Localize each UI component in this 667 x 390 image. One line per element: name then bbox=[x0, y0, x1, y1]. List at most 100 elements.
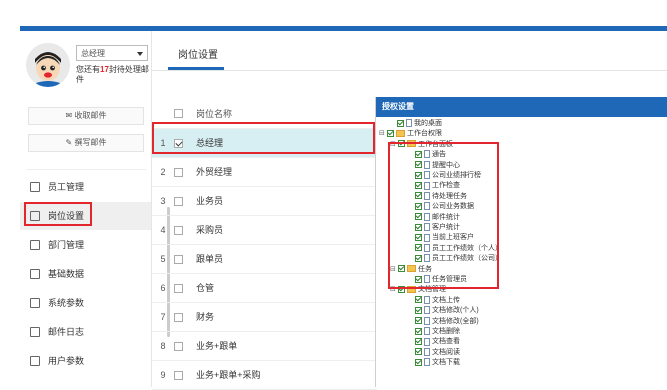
tree-checkbox[interactable] bbox=[415, 348, 422, 356]
position-name[interactable]: 采购员 bbox=[196, 215, 377, 245]
tree-node-label: 文档修改(个人) bbox=[432, 307, 479, 315]
table-row[interactable]: 8 业务+跟单 bbox=[152, 331, 377, 361]
nav-system-params[interactable]: 系统参数 bbox=[20, 289, 151, 317]
table-row[interactable]: 9 业务+跟单+采购 bbox=[152, 360, 377, 390]
document-icon bbox=[424, 306, 430, 315]
receive-mail-button[interactable]: ✉ 收取邮件 bbox=[28, 107, 144, 125]
row-number: 3 bbox=[152, 186, 174, 216]
tree-node[interactable]: ⊟ 工作台权限 bbox=[379, 129, 442, 139]
tree-node[interactable]: 文档上传 bbox=[415, 295, 460, 306]
position-name[interactable]: 业务员 bbox=[196, 186, 377, 216]
row-number: 7 bbox=[152, 302, 174, 332]
tree-checkbox[interactable] bbox=[415, 338, 422, 346]
nav-user-params[interactable]: 用户参数 bbox=[20, 347, 151, 375]
position-name[interactable]: 跟单员 bbox=[196, 244, 377, 274]
tree-node-label: 文档删除 bbox=[432, 328, 460, 335]
highlight-tree-box bbox=[388, 142, 499, 289]
active-tab-indicator bbox=[168, 67, 224, 70]
write-mail-button[interactable]: ✎ 撰写邮件 bbox=[28, 134, 144, 152]
tree-node[interactable]: 文档下载 bbox=[415, 358, 460, 368]
role-select[interactable]: 总经理 bbox=[76, 45, 148, 61]
row-checkbox[interactable] bbox=[174, 225, 183, 235]
table-row[interactable]: 6 仓管 bbox=[152, 273, 377, 303]
data-icon bbox=[30, 269, 40, 279]
chevron-down-icon bbox=[137, 52, 143, 56]
tree-checkbox[interactable] bbox=[415, 317, 422, 325]
highlight-row-box bbox=[152, 122, 375, 154]
tree-checkbox[interactable] bbox=[415, 306, 422, 314]
tree-checkbox[interactable] bbox=[415, 358, 422, 366]
nav-basic-data[interactable]: 基础数据 bbox=[20, 260, 151, 288]
tab-position-settings[interactable]: 岗位设置 bbox=[178, 46, 218, 61]
table-row[interactable]: 4 采购员 bbox=[152, 215, 377, 245]
tree-node[interactable]: 文档删除 bbox=[415, 327, 460, 337]
table-row[interactable]: 5 跟单员 bbox=[152, 244, 377, 274]
position-name[interactable]: 外贸经理 bbox=[196, 157, 377, 187]
nav-label: 部门管理 bbox=[48, 240, 85, 250]
row-number: 4 bbox=[152, 215, 174, 245]
nav-label: 基础数据 bbox=[48, 269, 85, 279]
pending-mail-notice: 您还有17封待处理邮件 bbox=[76, 65, 152, 85]
position-name[interactable]: 业务+跟单+采购 bbox=[196, 360, 377, 390]
folder-icon bbox=[396, 130, 405, 138]
document-icon bbox=[406, 119, 412, 128]
nav-employee-management[interactable]: 员工管理 bbox=[20, 173, 151, 201]
pending-prefix: 您还有 bbox=[76, 65, 100, 74]
tree-node-label: 文档修改(全部) bbox=[432, 317, 479, 325]
select-all-checkbox[interactable] bbox=[174, 109, 183, 119]
document-icon bbox=[424, 295, 430, 304]
employee-icon bbox=[30, 182, 40, 192]
receive-mail-label: 收取邮件 bbox=[74, 111, 107, 120]
nav-mail-log[interactable]: 邮件日志 bbox=[20, 318, 151, 346]
table-row[interactable]: 3 业务员 bbox=[152, 186, 377, 216]
log-icon bbox=[30, 327, 40, 337]
row-checkbox[interactable] bbox=[174, 312, 183, 322]
document-icon bbox=[424, 327, 430, 336]
row-number: 5 bbox=[152, 244, 174, 274]
row-number: 9 bbox=[152, 360, 174, 390]
tree-node[interactable]: 文档修改(个人) bbox=[415, 306, 479, 316]
document-icon bbox=[424, 347, 430, 356]
row-checkbox[interactable] bbox=[174, 196, 183, 206]
nav-divider bbox=[26, 169, 146, 170]
nav-label: 邮件日志 bbox=[48, 327, 85, 337]
tree-node[interactable]: 文档修改(全部) bbox=[415, 316, 479, 327]
tree-checkbox[interactable] bbox=[415, 327, 422, 335]
settings-icon bbox=[30, 298, 40, 308]
table-row[interactable]: 7 财务 bbox=[152, 302, 377, 332]
tree-node-label: 工作台权限 bbox=[407, 130, 442, 138]
org-chart-icon bbox=[30, 240, 40, 250]
tree-node-label: 文档阅读 bbox=[432, 348, 460, 356]
role-select-value: 总经理 bbox=[81, 49, 105, 58]
highlight-nav-box bbox=[24, 202, 92, 226]
row-number: 8 bbox=[152, 331, 174, 361]
tree-node[interactable]: 文档阅读 bbox=[415, 347, 460, 358]
tree-checkbox[interactable] bbox=[397, 119, 404, 127]
row-checkbox[interactable] bbox=[174, 341, 183, 351]
row-number: 2 bbox=[152, 157, 174, 187]
pending-count[interactable]: 17 bbox=[100, 65, 109, 74]
tree-node-label: 文档上传 bbox=[432, 296, 460, 304]
tree-checkbox[interactable] bbox=[387, 130, 394, 138]
tree-node[interactable]: 我的桌面 bbox=[397, 119, 442, 129]
tab-bar: 岗位设置 bbox=[152, 31, 667, 71]
row-checkbox[interactable] bbox=[174, 167, 183, 177]
row-checkbox[interactable] bbox=[174, 283, 183, 293]
position-name[interactable]: 业务+跟单 bbox=[196, 331, 377, 361]
nav-department-management[interactable]: 部门管理 bbox=[20, 231, 151, 259]
row-checkbox[interactable] bbox=[174, 254, 183, 264]
row-checkbox[interactable] bbox=[174, 370, 183, 380]
position-name[interactable]: 仓管 bbox=[196, 273, 377, 303]
document-icon bbox=[424, 316, 430, 325]
tree-checkbox[interactable] bbox=[415, 296, 422, 304]
collapse-toggle-icon[interactable]: ⊟ bbox=[379, 129, 386, 139]
user-param-icon bbox=[30, 356, 40, 366]
user-profile: 总经理 您还有17封待处理邮件 bbox=[26, 43, 152, 103]
tree-node-label: 文档下载 bbox=[432, 359, 460, 367]
table-row[interactable]: 2 外贸经理 bbox=[152, 157, 377, 187]
position-name[interactable]: 财务 bbox=[196, 302, 377, 332]
tree-node[interactable]: 文档查看 bbox=[415, 337, 460, 347]
avatar[interactable] bbox=[26, 43, 70, 87]
tree-node-label: 我的桌面 bbox=[414, 120, 442, 127]
tree-node-label: 文档查看 bbox=[432, 338, 460, 346]
